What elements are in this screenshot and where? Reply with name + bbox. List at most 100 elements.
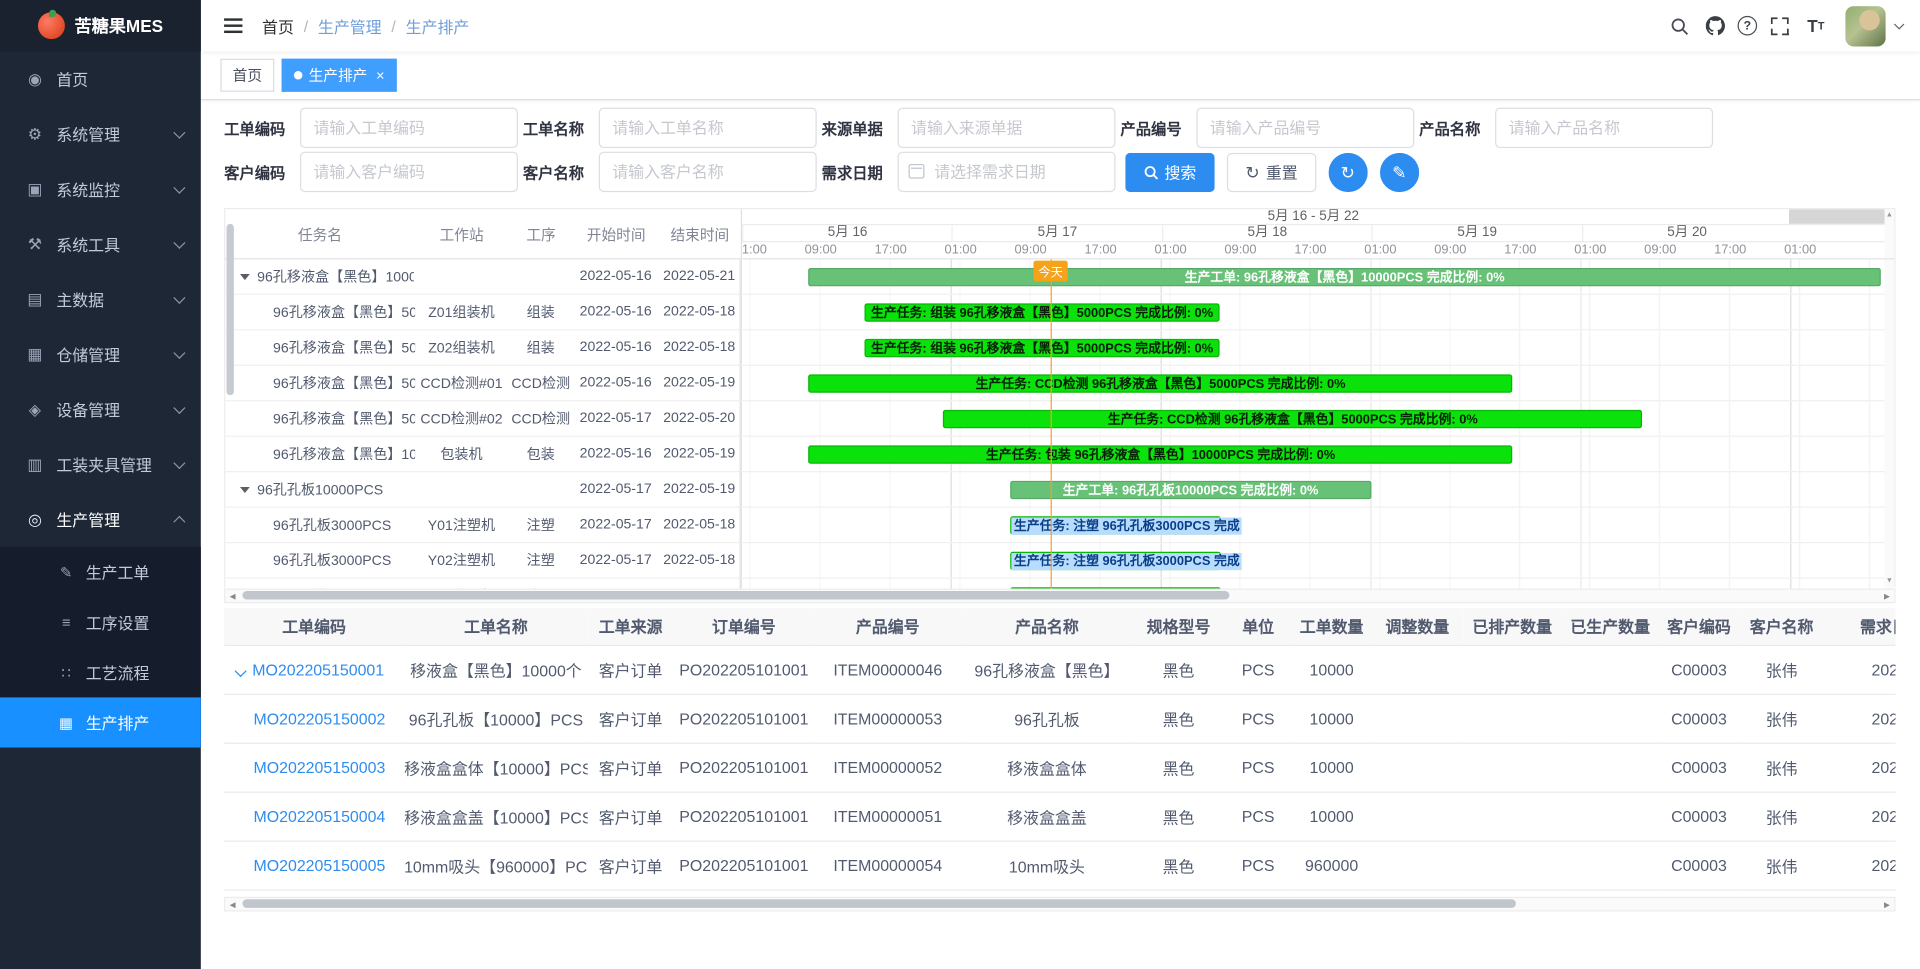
workorder-name-input[interactable] — [599, 108, 817, 148]
task-bar[interactable]: 生产任务: 注塑 96孔孔板3000PCS 完成 — [1010, 552, 1220, 570]
search-icon[interactable] — [1664, 11, 1693, 40]
gantt-task-row[interactable]: 96孔移液盒【黑色】5000PZ02组装机组装2022-05-162022-05… — [225, 330, 740, 365]
filter-field-customer-code: 客户编码 — [224, 152, 518, 192]
fullscreen-icon[interactable] — [1764, 11, 1793, 40]
product-name-input[interactable] — [1495, 108, 1713, 148]
tools-icon: ⚒ — [24, 234, 45, 254]
gantt-task-row[interactable]: 96孔移液盒【黑色】5000PZ01组装机组装2022-05-162022-05… — [225, 295, 740, 330]
workorder-bar[interactable]: 生产工单: 96孔孔板10000PCS 完成比例: 0% — [1010, 481, 1371, 499]
gantt-chart-row[interactable]: 生产任务: 注塑 96孔孔板3000PCS 完成 — [741, 579, 1884, 589]
vscroll-thumb[interactable] — [227, 259, 234, 395]
customer-code-input[interactable] — [300, 152, 518, 192]
github-icon[interactable] — [1701, 11, 1730, 40]
gantt-chart-row[interactable]: 生产任务: 注塑 96孔孔板3000PCS 完成 — [741, 543, 1884, 578]
workorder-bar[interactable]: 生产工单: 96孔移液盒【黑色】10000PCS 完成比例: 0% — [808, 268, 1880, 286]
task-bar[interactable]: 生产任务: 组装 96孔移液盒【黑色】5000PCS 完成比例: 0% — [865, 339, 1220, 357]
gantt-chart-row[interactable]: 生产工单: 96孔孔板10000PCS 完成比例: 0% — [741, 472, 1884, 507]
user-avatar[interactable] — [1845, 6, 1885, 46]
source-doc-input[interactable] — [898, 108, 1116, 148]
scroll-up-icon[interactable]: ▲ — [1884, 209, 1894, 221]
scroll-down-icon[interactable]: ▼ — [1884, 575, 1894, 587]
product-code-input[interactable] — [1196, 108, 1414, 148]
help-icon[interactable]: ? — [1738, 16, 1758, 36]
gantt-chart-row[interactable]: 生产任务: CCD检测 96孔移液盒【黑色】5000PCS 完成比例: 0% — [741, 366, 1884, 401]
order-row[interactable]: MO202205150004移液盒盒盖【10000】PCS客户订单PO20220… — [224, 792, 1895, 841]
gantt-chart-row[interactable]: 生产任务: 注塑 96孔孔板3000PCS 完成 — [741, 508, 1884, 543]
gantt-task-row[interactable]: 96孔移液盒【黑色】1000包装机包装2022-05-162022-05-19 — [225, 437, 740, 472]
reset-button[interactable]: ↻ 重置 — [1227, 152, 1316, 191]
demand-date-input[interactable] — [898, 152, 1116, 192]
task-bar[interactable]: 生产任务: CCD检测 96孔移液盒【黑色】5000PCS 完成比例: 0% — [943, 410, 1642, 428]
scroll-left-icon[interactable]: ◄ — [225, 899, 240, 910]
sidebar-item-process-flow[interactable]: ∷工艺流程 — [0, 647, 201, 697]
sidebar-item-master-data[interactable]: ▤主数据 — [0, 272, 201, 327]
orders-col-header: 单位 — [1224, 608, 1291, 645]
order-row[interactable]: MO20220515000296孔孔板【10000】PCS客户订单PO20220… — [224, 694, 1895, 743]
order-code-link[interactable]: MO202205150001 — [252, 660, 384, 678]
sidebar-item-system-management[interactable]: ⚙系统管理 — [0, 106, 201, 161]
sidebar-item-system-monitor[interactable]: ▣系统监控 — [0, 161, 201, 216]
sidebar-item-process-settings[interactable]: ≡工序设置 — [0, 597, 201, 647]
task-bar[interactable]: 生产任务: 组装 96孔移液盒【黑色】5000PCS 完成比例: 0% — [865, 303, 1220, 321]
gantt-task-row[interactable]: 96孔移液盒【黑色】10000P2022-05-162022-05-21 — [225, 259, 740, 294]
breadcrumb-item[interactable]: 生产排产 — [406, 14, 470, 37]
gantt-hscrollbar[interactable]: ◄ ► — [224, 588, 1895, 603]
order-code-link[interactable]: MO202205150003 — [253, 758, 385, 776]
avatar-dropdown-icon[interactable] — [1894, 19, 1904, 29]
edit-button[interactable]: ✎ — [1380, 152, 1419, 191]
task-bar[interactable]: 生产任务: CCD检测 96孔移液盒【黑色】5000PCS 完成比例: 0% — [808, 374, 1512, 392]
gantt-task-row[interactable]: 96孔孔板3000PCSY01注塑机注塑2022-05-172022-05-18 — [225, 508, 740, 543]
gantt-task-row[interactable]: 96孔孔板3000PCSY02注塑机注塑2022-05-172022-05-18 — [225, 543, 740, 578]
close-icon[interactable]: × — [376, 67, 385, 84]
sidebar-item-equipment-management[interactable]: ◈设备管理 — [0, 382, 201, 437]
task-bar[interactable]: 生产任务: 注塑 96孔孔板3000PCS 完成 — [1010, 516, 1220, 534]
gantt-chart-row[interactable]: 生产任务: 组装 96孔移液盒【黑色】5000PCS 完成比例: 0% — [741, 330, 1884, 365]
order-code-link[interactable]: MO202205150002 — [253, 709, 385, 727]
sidebar-item-system-tools[interactable]: ⚒系统工具 — [0, 217, 201, 272]
sidebar-item-fixture-management[interactable]: ▥工装夹具管理 — [0, 437, 201, 492]
gantt-task-row[interactable]: 96孔移液盒【黑色】5000PCCD检测#01CCD检测2022-05-1620… — [225, 366, 740, 401]
gantt-task-row[interactable]: 96孔移液盒【黑色】5000PCCD检测#02CCD检测2022-05-1720… — [225, 401, 740, 436]
sidebar-item-home[interactable]: ◉首页 — [0, 51, 201, 106]
search-button[interactable]: 搜索 — [1125, 152, 1214, 191]
order-cell — [1561, 841, 1659, 890]
expand-chevron-icon[interactable] — [235, 664, 247, 676]
scroll-left-icon[interactable]: ◄ — [225, 590, 240, 601]
order-row[interactable]: MO202205150001移液盒【黑色】10000个客户订单PO2022051… — [224, 645, 1895, 694]
gantt-chart-row[interactable]: 生产工单: 96孔移液盒【黑色】10000PCS 完成比例: 0% — [741, 259, 1884, 294]
order-code-link[interactable]: MO202205150005 — [253, 856, 385, 874]
breadcrumb-item[interactable]: 生产管理 — [318, 14, 382, 37]
tab-item[interactable]: 首页 — [220, 59, 274, 92]
hscroll-track[interactable] — [240, 897, 1880, 912]
gantt-chart-row[interactable]: 生产任务: 组装 96孔移液盒【黑色】5000PCS 完成比例: 0% — [741, 295, 1884, 330]
sidebar-item-production-workorder[interactable]: ✎生产工单 — [0, 547, 201, 597]
scroll-right-icon[interactable]: ► — [1880, 899, 1895, 910]
workorder-code-input[interactable] — [300, 108, 518, 148]
hscroll-thumb[interactable] — [242, 591, 1229, 600]
collapse-triangle-icon[interactable] — [240, 486, 250, 492]
app-logo[interactable]: 苦糖果MES — [0, 0, 201, 51]
hamburger-icon[interactable] — [224, 18, 242, 33]
sidebar-item-production-scheduling[interactable]: ▦生产排产 — [0, 697, 201, 747]
sync-button[interactable]: ↻ — [1328, 152, 1367, 191]
font-size-icon[interactable]: TT — [1801, 11, 1830, 40]
sidebar-item-production-management[interactable]: ◎生产管理 — [0, 492, 201, 547]
tab-active[interactable]: 生产排产× — [282, 59, 397, 92]
customer-name-input[interactable] — [599, 152, 817, 192]
gantt-chart-row[interactable]: 生产任务: 包装 96孔移液盒【黑色】10000PCS 完成比例: 0% — [741, 437, 1884, 472]
order-code-link[interactable]: MO202205150004 — [253, 807, 385, 825]
gantt-vscrollbar[interactable]: ▼ — [1884, 259, 1894, 588]
gantt-task-row[interactable]: 96孔孔板10000PCS2022-05-172022-05-19 — [225, 472, 740, 507]
order-row[interactable]: MO20220515000510mm吸头【960000】PCS客户订单PO202… — [224, 841, 1895, 890]
hscroll-thumb[interactable] — [242, 899, 1515, 908]
hscroll-track[interactable] — [240, 588, 1880, 603]
breadcrumb-item[interactable]: 首页 — [262, 14, 294, 37]
sidebar-item-warehouse-management[interactable]: ▦仓储管理 — [0, 327, 201, 382]
scroll-right-icon[interactable]: ► — [1880, 590, 1895, 601]
gantt-task-row[interactable]: 96孔孔板3000PCSY03注塑机注塑2022-05-172022-05-18 — [225, 579, 740, 589]
task-bar[interactable]: 生产任务: 包装 96孔移液盒【黑色】10000PCS 完成比例: 0% — [808, 445, 1512, 463]
order-row[interactable]: MO202205150003移液盒盒体【10000】PCS客户订单PO20220… — [224, 743, 1895, 792]
orders-hscrollbar[interactable]: ◄ ► — [224, 897, 1895, 912]
gantt-chart-row[interactable]: 生产任务: CCD检测 96孔移液盒【黑色】5000PCS 完成比例: 0% — [741, 401, 1884, 436]
collapse-triangle-icon[interactable] — [240, 273, 250, 279]
